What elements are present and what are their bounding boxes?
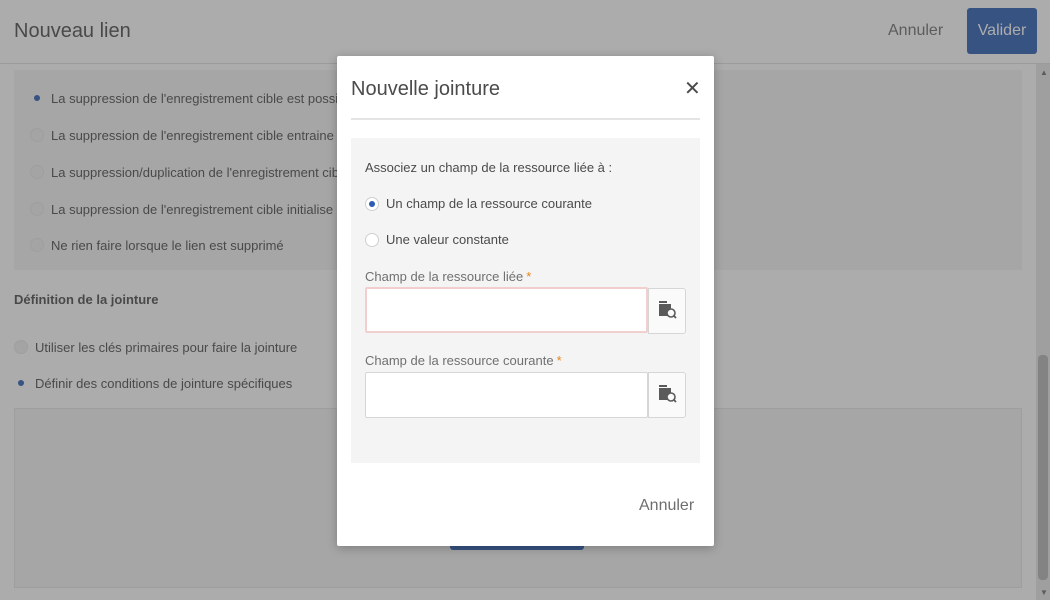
current-resource-field-label: Champ de la ressource courante * xyxy=(365,353,562,368)
new-join-dialog: Nouvelle jointure ✕ Associez un champ de… xyxy=(337,56,714,546)
radio-label: Un champ de la ressource courante xyxy=(386,196,592,211)
dialog-cancel-button[interactable]: Annuler xyxy=(639,497,694,515)
field-label-text: Champ de la ressource courante xyxy=(365,353,554,368)
linked-resource-field-input[interactable] xyxy=(365,287,648,333)
field-picker-button[interactable] xyxy=(648,372,686,418)
radio-option-constant-value[interactable]: Une valeur constante xyxy=(365,232,509,247)
radio-option-current-resource-field[interactable]: Un champ de la ressource courante xyxy=(365,196,592,211)
required-marker: * xyxy=(526,269,532,284)
association-prompt: Associez un champ de la ressource liée à… xyxy=(365,160,613,175)
radio-button[interactable] xyxy=(365,232,379,247)
field-picker-button[interactable] xyxy=(648,288,686,334)
radio-label: Une valeur constante xyxy=(386,232,509,247)
dialog-body: Associez un champ de la ressource liée à… xyxy=(351,138,700,463)
divider xyxy=(351,118,700,120)
field-label-text: Champ de la ressource liée xyxy=(365,269,524,284)
radio-button[interactable] xyxy=(365,196,379,211)
field-picker-icon xyxy=(657,383,677,408)
field-picker-icon xyxy=(657,299,677,324)
dialog-title: Nouvelle jointure xyxy=(351,78,500,100)
linked-resource-field-label: Champ de la ressource liée * xyxy=(365,269,531,284)
close-icon[interactable]: ✕ xyxy=(684,78,701,100)
current-resource-field-input[interactable] xyxy=(365,372,648,418)
required-marker: * xyxy=(556,353,562,368)
